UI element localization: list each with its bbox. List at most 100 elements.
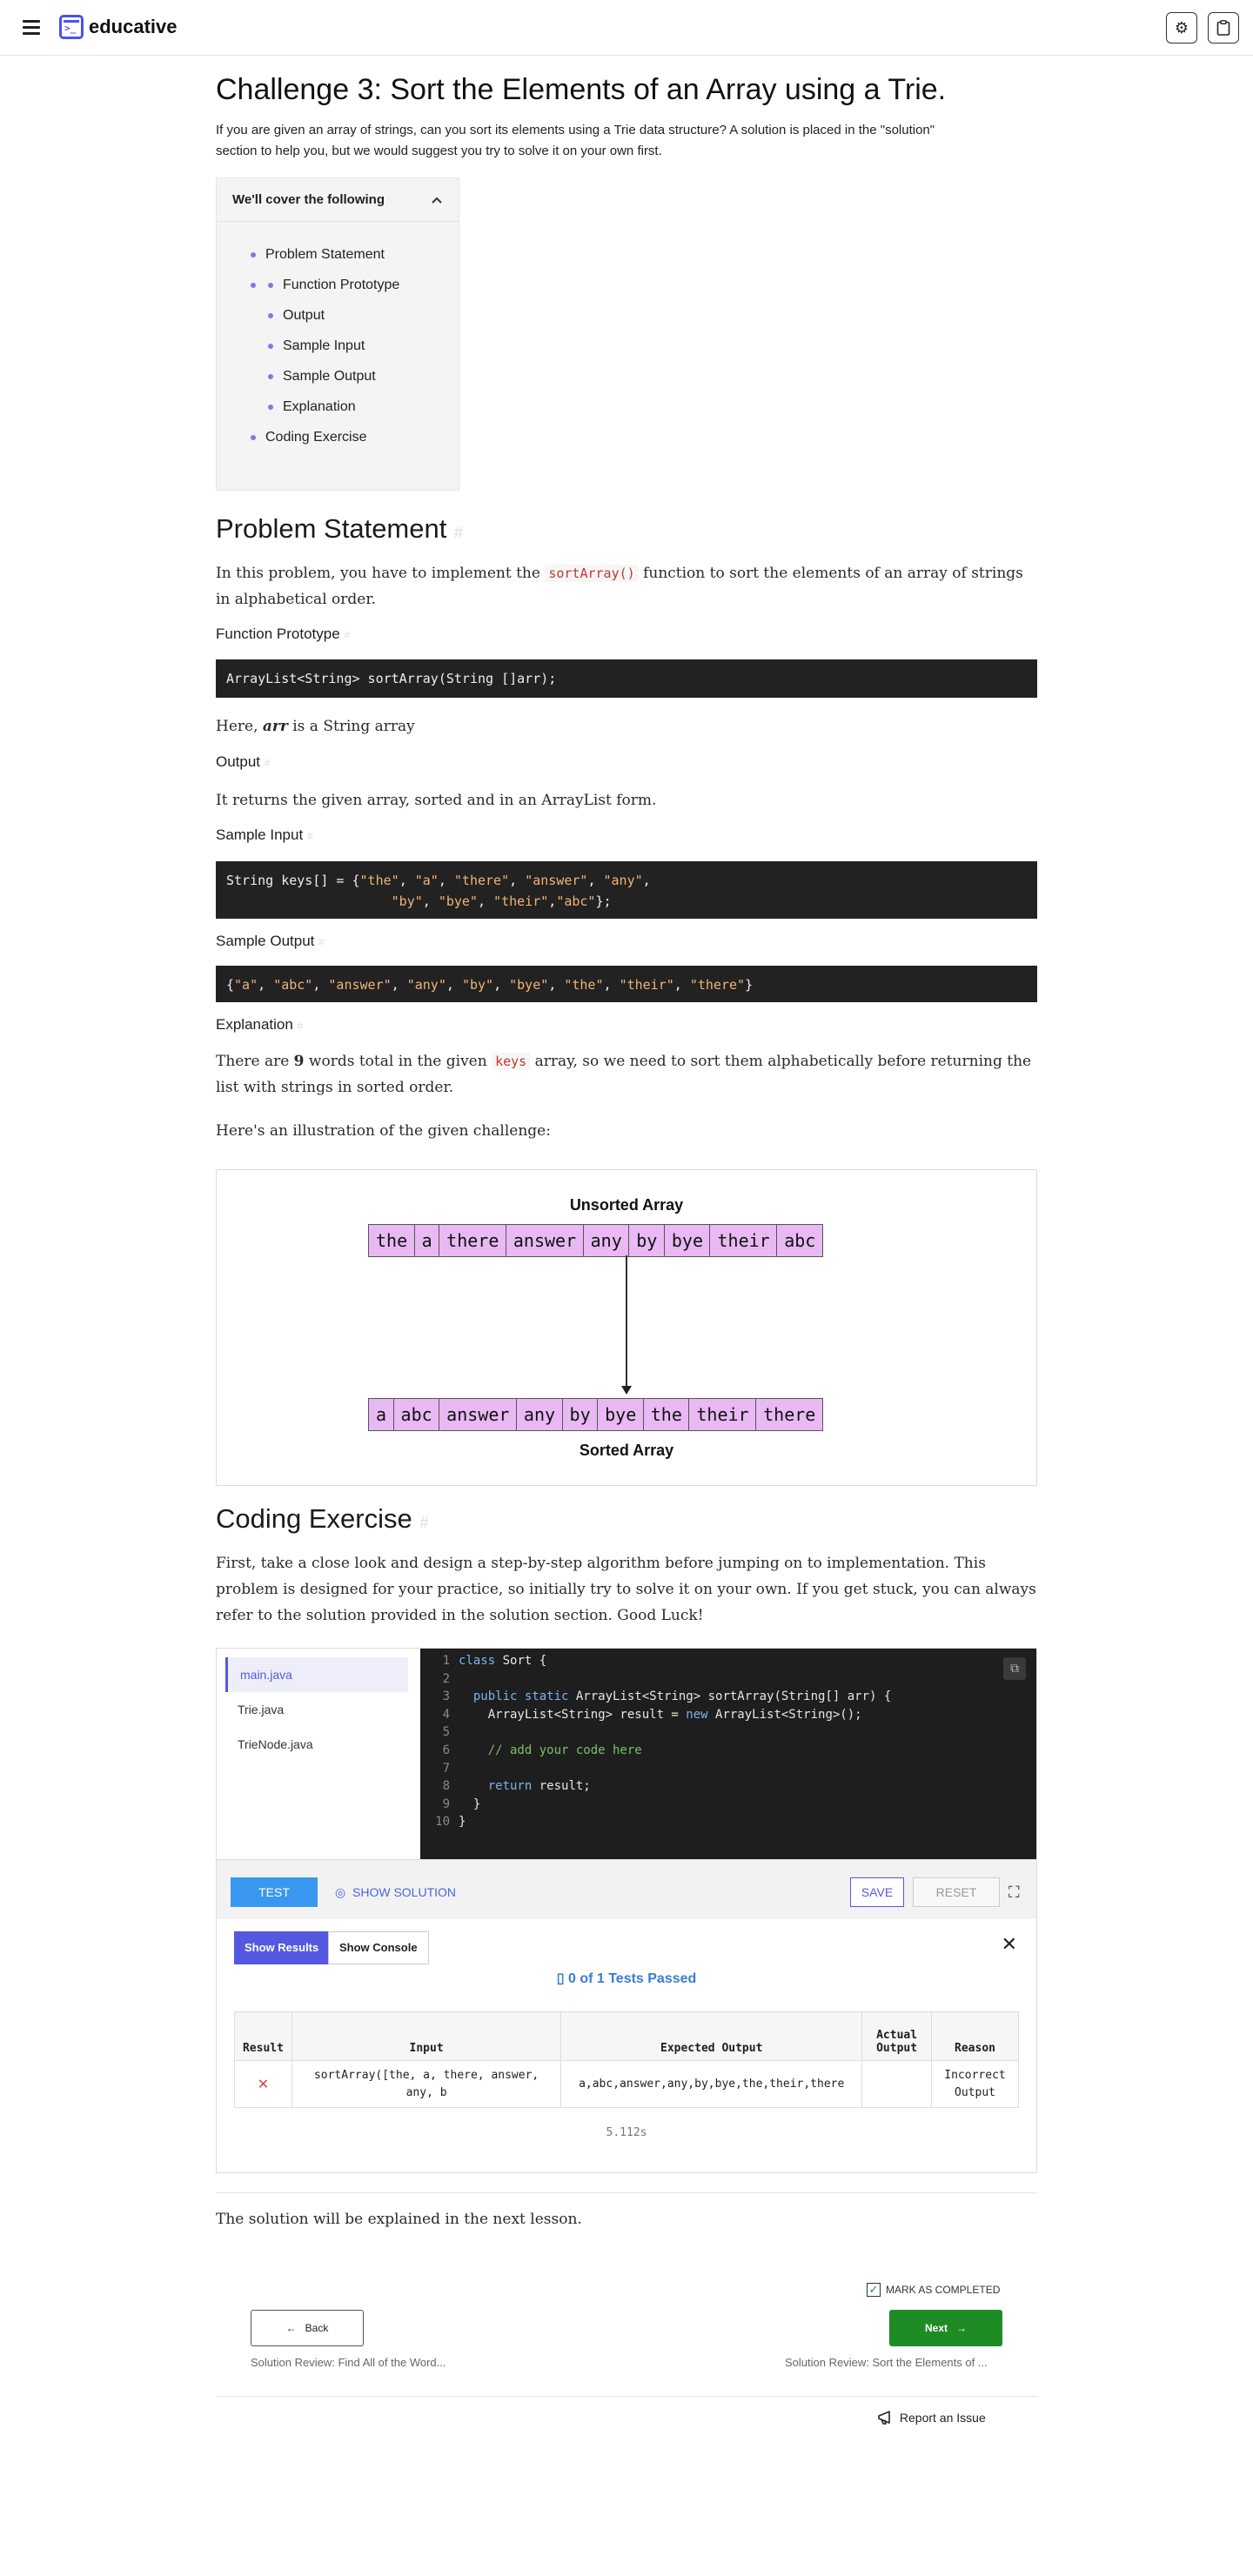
toc-heading: We'll cover the following — [232, 192, 385, 207]
explanation-text: There are 9 words total in the given key… — [216, 1053, 1032, 1096]
explanation-heading: Explanation # — [216, 1016, 304, 1033]
code-area[interactable]: 1 class Sort { 2 3 public static ArrayLis… — [420, 1649, 1036, 1859]
tests-passed-summary: ▯ 0 of 1 Tests Passed — [556, 1971, 697, 1986]
intro-line: section to help you, but we would sugges… — [216, 144, 662, 158]
divider — [216, 2192, 1037, 2193]
toc-item[interactable]: Function Prototype — [268, 270, 459, 300]
arrow-left-icon: ← — [285, 2322, 297, 2334]
copy-icon[interactable]: ⧉ — [1003, 1657, 1026, 1680]
toc-header[interactable]: We'll cover the following — [217, 178, 459, 222]
educative-logo-icon — [59, 15, 84, 39]
toc-item[interactable]: Output — [268, 300, 459, 331]
show-results-tab[interactable]: Show Results — [234, 1931, 330, 1964]
file-list: main.java Trie.java TrieNode.java — [225, 1657, 408, 1762]
array-cell: the — [642, 1398, 690, 1431]
array-cell: bye — [663, 1224, 711, 1257]
array-cell: any — [582, 1224, 630, 1257]
test-button[interactable]: TEST — [231, 1877, 318, 1907]
clipboard-icon — [1216, 20, 1230, 36]
results-panel: Show Results Show Console ✕ ▯ 0 of 1 Tes… — [216, 1919, 1037, 2173]
problem-text: In this problem, you have to implement t… — [216, 565, 1023, 608]
sorted-title: Sorted Array — [579, 1442, 674, 1459]
unsorted-title: Unsorted Array — [569, 1196, 684, 1214]
file-tab-main[interactable]: main.java — [225, 1657, 408, 1692]
prev-lesson-title[interactable]: Solution Review: Find All of the Word... — [251, 2356, 446, 2369]
toc-item[interactable]: Problem Statement — [251, 239, 459, 270]
mark-completed-toggle[interactable]: ✓ MARK AS COMPLETED — [867, 2283, 1000, 2297]
next-button[interactable]: Next → — [889, 2310, 1002, 2346]
illustration: Unsorted Array the a there answer any by bye th… — [216, 1169, 1037, 1486]
report-issue-link[interactable]: Report an Issue — [877, 2410, 986, 2425]
function-prototype-heading: Function Prototype # — [216, 626, 351, 642]
toc-item[interactable]: Sample Input — [268, 331, 459, 361]
intro-line: If you are given an array of strings, ca… — [216, 123, 935, 137]
array-cell: answer — [439, 1398, 518, 1431]
sample-input-heading: Sample Input # — [216, 826, 313, 843]
show-console-tab[interactable]: Show Console — [328, 1931, 429, 1964]
arr-description: Here, arr is a String array — [216, 718, 415, 735]
menu-icon[interactable] — [21, 17, 42, 38]
execution-time: 5.112s — [606, 2126, 647, 2139]
table-of-contents: We'll cover the following Problem Statem… — [216, 177, 459, 491]
code-editor-widget: main.java Trie.java TrieNode.java 1 class… — [216, 1648, 1037, 1920]
fail-x-icon: ✕ — [258, 2071, 269, 2093]
input-cell[interactable]: sortArray([the, a, there, answer, any, b — [291, 2060, 562, 2108]
save-button[interactable]: SAVE — [850, 1877, 904, 1907]
arrow-line — [626, 1255, 627, 1388]
output-text: It returns the given array, sorted and i… — [216, 792, 657, 809]
col-header: Input — [291, 2011, 562, 2061]
array-cell: their — [688, 1398, 757, 1431]
col-header: Reason — [931, 2011, 1019, 2061]
array-cell: abc — [776, 1224, 824, 1257]
array-cell: answer — [505, 1224, 585, 1257]
clipboard-button[interactable] — [1208, 12, 1239, 43]
array-cell: by — [561, 1398, 599, 1431]
settings-button[interactable]: ⚙ — [1166, 12, 1197, 43]
toc-item[interactable]: Sample Output — [268, 361, 459, 391]
output-heading: Output # — [216, 753, 271, 770]
function-prototype-code: ArrayList<String> sortArray(String []arr… — [216, 659, 1037, 698]
problem-heading: Problem Statement # — [216, 513, 463, 544]
link-icon[interactable]: # — [419, 1514, 428, 1531]
link-icon[interactable]: # — [454, 524, 463, 541]
file-tab-trie[interactable]: Trie.java — [225, 1692, 408, 1727]
fullscreen-icon[interactable]: ⛶ — [1008, 1883, 1020, 1902]
arrow-head — [621, 1386, 632, 1395]
brand-name: educative — [89, 16, 178, 37]
file-tab-trienode[interactable]: TrieNode.java — [225, 1727, 408, 1762]
table-row: ✕ sortArray([the, a, there, answer, any, … — [234, 2060, 1019, 2108]
toc-item[interactable]: Explanation — [268, 391, 459, 422]
array-cell: their — [709, 1224, 778, 1257]
close-icon[interactable]: ✕ — [1002, 1933, 1017, 1956]
mark-completed-label: MARK AS COMPLETED — [886, 2284, 1001, 2296]
array-cell: the — [368, 1224, 416, 1257]
inline-code: keys — [492, 1053, 531, 1070]
toc-item[interactable]: Coding Exercise — [251, 422, 459, 452]
array-cell: there — [755, 1398, 824, 1431]
next-lesson-note: The solution will be explained in the ne… — [216, 2211, 582, 2228]
result-cell: ✕ — [234, 2060, 292, 2108]
array-cell: bye — [597, 1398, 645, 1431]
results-table: Result Input Expected Output Actual Outpu… — [234, 2011, 1019, 2108]
brand-logo[interactable]: educative — [59, 15, 178, 39]
array-cell: any — [515, 1398, 564, 1431]
next-lesson-title[interactable]: Solution Review: Sort the Elements of ..… — [785, 2356, 988, 2369]
reset-button[interactable]: RESET — [913, 1877, 1000, 1907]
show-solution-button[interactable]: ◎ SHOW SOLUTION — [335, 1877, 456, 1907]
page-title: Challenge 3: Sort the Elements of an Arr… — [216, 73, 947, 106]
col-header: Expected Output — [560, 2011, 863, 2061]
expected-cell: a,abc,answer,any,by,bye,the,their,there — [560, 2060, 863, 2108]
array-cell: by — [628, 1224, 666, 1257]
inline-code: sortArray() — [545, 565, 639, 582]
editor-toolbar: TEST ◎ SHOW SOLUTION SAVE RESET ⛶ — [217, 1859, 1036, 1920]
top-bar: educative ⚙ — [0, 0, 1253, 56]
array-cell: there — [439, 1224, 507, 1257]
illustration-intro: Here's an illustration of the given chal… — [216, 1122, 551, 1140]
chevron-up-icon[interactable] — [431, 196, 443, 204]
reason-cell: Incorrect Output — [931, 2060, 1019, 2108]
megaphone-icon — [878, 2411, 890, 2425]
checkbox-icon[interactable]: ✓ — [867, 2283, 881, 2297]
back-button[interactable]: ← Back — [251, 2310, 364, 2346]
col-header: Result — [234, 2011, 292, 2061]
check-circle-icon: ◎ — [335, 1885, 346, 1899]
